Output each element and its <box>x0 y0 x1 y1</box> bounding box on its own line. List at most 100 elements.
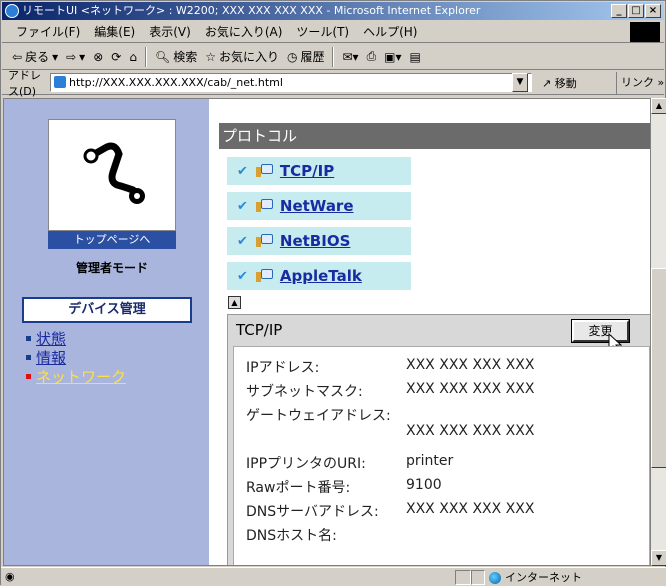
network-pc-icon <box>255 268 273 284</box>
favorites-icon: ☆ <box>205 49 216 64</box>
home-icon[interactable]: ⌂ <box>129 50 137 64</box>
panel-title: TCP/IP <box>236 321 283 339</box>
forward-button[interactable]: ⇨ ▾ <box>66 50 85 64</box>
protocol-link-netbios[interactable]: NetBIOS <box>280 232 350 250</box>
check-icon: ✔ <box>237 163 248 179</box>
address-dropdown[interactable]: ▼ <box>512 73 528 92</box>
window-title: リモートUI <ネットワーク> : W2200; XXX XXX XXX XXX… <box>22 4 481 17</box>
protocol-link-tcpip[interactable]: TCP/IP <box>280 162 334 180</box>
row-gateway: ゲートウェイアドレス: XXX XXX XXX XXX <box>246 408 535 439</box>
stop-icon[interactable]: ⊗ <box>93 50 103 64</box>
status-bar: ◉ インターネット <box>1 567 666 586</box>
discuss-icon[interactable]: ▤ <box>410 50 421 64</box>
search-button[interactable]: 🔍︎ 検索 <box>155 48 197 65</box>
menu-help[interactable]: ヘルプ(H) <box>363 23 417 40</box>
page-icon <box>54 76 66 88</box>
nav-item-status: 状態 <box>26 329 126 348</box>
history-icon: ◷ <box>286 49 298 64</box>
favorites-button[interactable]: ☆ お気に入り <box>205 48 279 65</box>
device-management-header: デバイス管理 <box>22 297 192 323</box>
protocol-item-appletalk: ✔ AppleTalk <box>227 262 411 290</box>
search-icon: 🔍︎ <box>154 49 171 64</box>
nav-link-network[interactable]: ネットワーク <box>36 366 126 387</box>
close-button[interactable]: × <box>645 4 661 18</box>
panel-body: IPアドレス: XXX XXX XXX XXX サブネットマスク: XXX XX… <box>233 346 650 565</box>
top-page-link[interactable]: トップページへ <box>48 231 176 249</box>
menu-tools[interactable]: ツール(T) <box>296 23 349 40</box>
nav-link-info[interactable]: 情報 <box>36 347 66 368</box>
toolbar-separator <box>332 46 335 67</box>
menu-view[interactable]: 表示(V) <box>149 23 191 40</box>
scroll-thumb[interactable] <box>651 268 666 468</box>
menu-file[interactable]: ファイル(F) <box>16 23 80 40</box>
protocol-item-netware: ✔ NetWare <box>227 192 411 220</box>
row-ip-address: IPアドレス: XXX XXX XXX XXX <box>246 357 535 376</box>
back-arrow-icon: ⇦ <box>12 49 23 64</box>
go-arrow-icon: ↗ <box>542 77 552 90</box>
forward-arrow-icon: ⇨ <box>66 49 77 64</box>
bullet-icon <box>26 355 31 360</box>
row-dns-server: DNSサーバアドレス: XXX XXX XXX XXX <box>246 501 535 520</box>
ie-icon <box>5 4 19 18</box>
protocol-link-appletalk[interactable]: AppleTalk <box>280 267 362 285</box>
section-header: プロトコル <box>219 123 650 149</box>
back-button[interactable]: ⇦ 戻る ▾ <box>12 48 58 65</box>
check-icon: ✔ <box>237 198 248 214</box>
refresh-icon[interactable]: ⟳ <box>111 50 121 64</box>
scroll-up-button[interactable]: ▲ <box>651 98 666 114</box>
bullet-icon <box>26 374 31 379</box>
nav-link-status[interactable]: 状態 <box>36 328 66 349</box>
cable-icon <box>83 142 145 204</box>
history-button[interactable]: ◷ 履歴 <box>287 48 325 65</box>
logo-image[interactable] <box>48 119 176 231</box>
menu-favorites[interactable]: お気に入り(A) <box>205 23 283 40</box>
network-pc-icon <box>255 163 273 179</box>
tcpip-panel: TCP/IP 変更 IPアドレス: XXX XXX XXX XXX サブネットマ… <box>227 314 650 565</box>
check-icon: ✔ <box>237 268 248 284</box>
row-raw-port: Rawポート番号: 9100 <box>246 477 442 496</box>
row-dns-host: DNSホスト名: <box>246 528 337 544</box>
minimize-button[interactable]: _ <box>611 4 627 18</box>
admin-mode-label: 管理者モード <box>75 261 148 275</box>
maximize-button[interactable]: □ <box>628 4 644 18</box>
protocol-link-netware[interactable]: NetWare <box>280 197 354 215</box>
network-pc-icon <box>255 198 273 214</box>
protocol-item-tcpip: ✔ TCP/IP <box>227 157 411 185</box>
edit-icon[interactable]: ▣▾ <box>384 50 401 64</box>
globe-icon <box>489 571 501 584</box>
links-button[interactable]: リンク » <box>616 72 664 94</box>
collapse-up-icon[interactable]: ▲ <box>228 296 241 309</box>
windows-logo-icon <box>630 22 660 42</box>
nav-item-network: ネットワーク <box>26 367 126 386</box>
row-subnet-mask: サブネットマスク: XXX XXX XXX XXX <box>246 381 535 400</box>
toolbar-separator <box>144 46 147 67</box>
network-pc-icon <box>255 233 273 249</box>
bullet-icon <box>26 336 31 341</box>
main-content: プロトコル ✔ TCP/IP ✔ NetWare ✔ NetBIOS ✔ App… <box>219 99 650 565</box>
browser-window: リモートUI <ネットワーク> : W2200; XXX XXX XXX XXX… <box>0 0 666 586</box>
address-url: http://XXX.XXX.XXX.XXX/cab/_net.html <box>69 76 283 89</box>
page-status-icon: ◉ <box>5 570 15 583</box>
status-segment <box>471 570 485 585</box>
address-label: アドレス(D) <box>8 68 41 98</box>
status-segment <box>455 570 471 585</box>
go-button[interactable]: ↗ 移動 <box>542 75 577 91</box>
left-nav: トップページへ 管理者モード デバイス管理 状態 情報 ネットワーク <box>4 99 209 565</box>
row-ipp-uri: IPPプリンタのURI: printer <box>246 453 454 472</box>
mail-icon[interactable]: ✉▾ <box>342 50 358 64</box>
title-bar: リモートUI <ネットワーク> : W2200; XXX XXX XXX XXX… <box>2 2 664 20</box>
menu-edit[interactable]: 編集(E) <box>94 23 135 40</box>
address-input[interactable]: http://XXX.XXX.XXX.XXX/cab/_net.html <box>50 73 532 92</box>
chevron-down-icon: ▾ <box>52 49 59 64</box>
toolbar: ⇦ 戻る ▾ ⇨ ▾ ⊗ ⟳ ⌂ 🔍︎ 検索 ☆ お気に入り ◷ 履歴 ✉▾ ⎙… <box>2 44 664 70</box>
chevron-down-icon: ▾ <box>79 49 86 64</box>
scroll-down-button[interactable]: ▼ <box>651 550 666 566</box>
nav-links: 状態 情報 ネットワーク <box>26 329 126 386</box>
menu-bar: ファイル(F) 編集(E) 表示(V) お気に入り(A) ツール(T) ヘルプ(… <box>2 21 664 43</box>
vertical-scrollbar[interactable]: ▲ ▼ <box>651 98 666 566</box>
address-bar: アドレス(D) http://XXX.XXX.XXX.XXX/cab/_net.… <box>2 69 664 98</box>
security-zone: インターネット <box>489 570 582 585</box>
page-viewport: トップページへ 管理者モード デバイス管理 状態 情報 ネットワーク プロトコル <box>3 98 651 566</box>
nav-item-info: 情報 <box>26 348 126 367</box>
print-icon[interactable]: ⎙ <box>367 49 377 64</box>
